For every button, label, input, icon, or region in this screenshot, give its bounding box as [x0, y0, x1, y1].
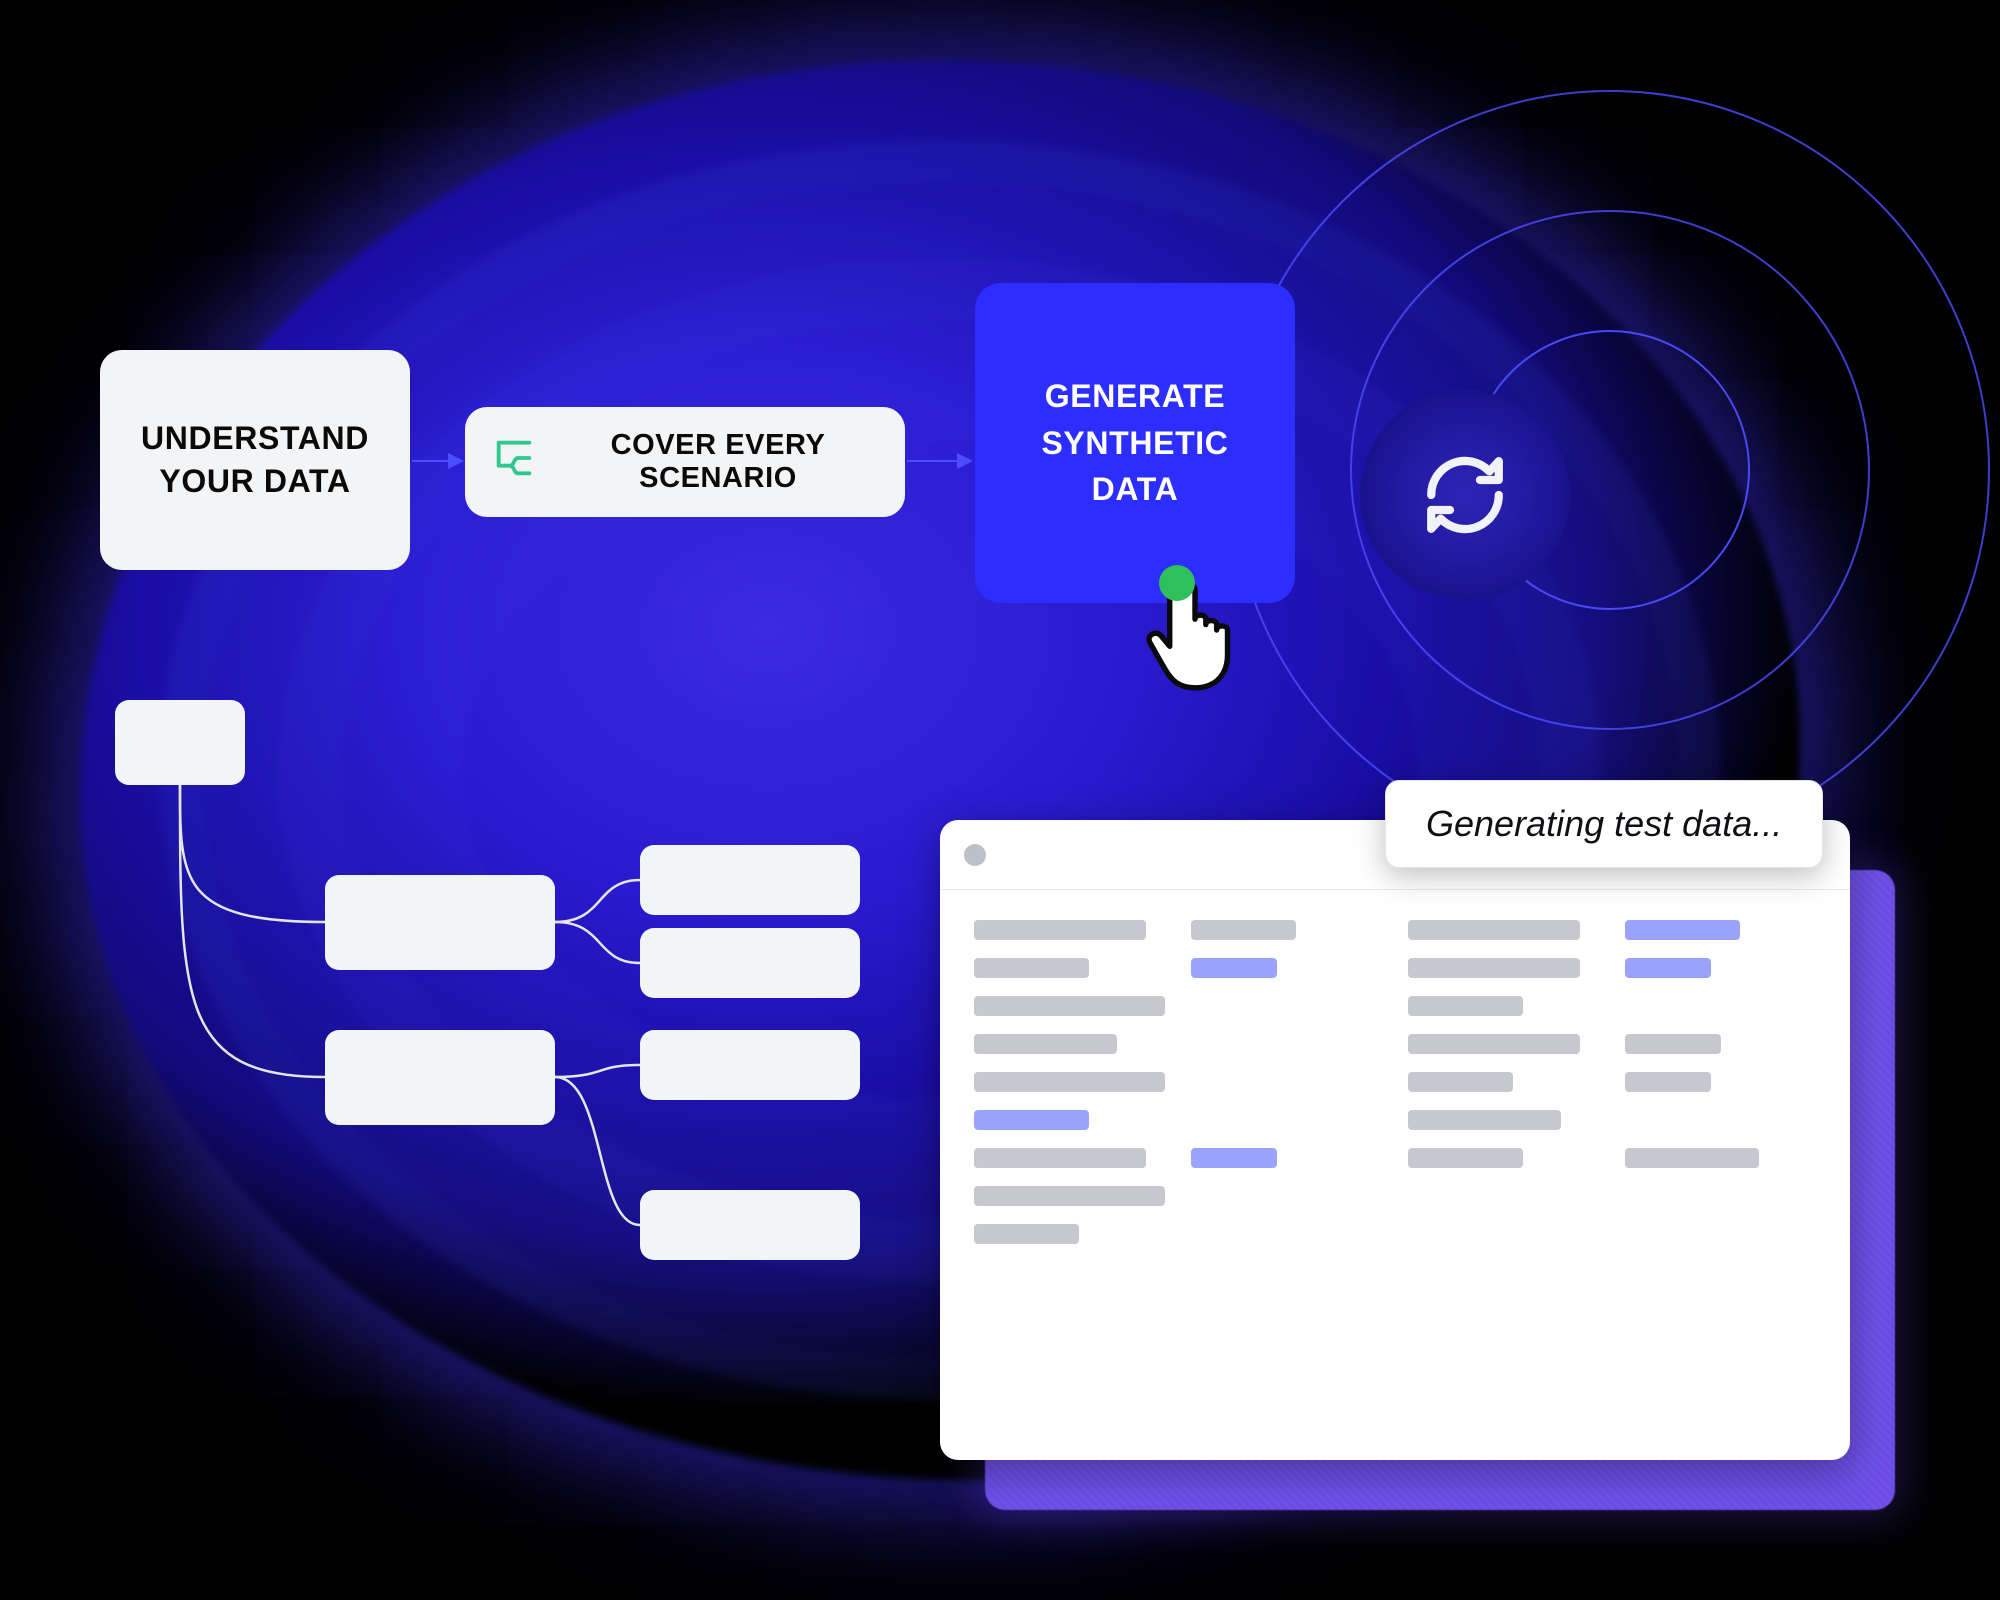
data-bar: [974, 996, 1165, 1016]
data-bar: [1408, 1110, 1561, 1130]
branch-icon: [491, 435, 537, 489]
arrow-icon: [412, 460, 462, 462]
sync-icon: [1360, 390, 1570, 600]
data-bar: [1408, 996, 1523, 1016]
step-generate-label: GENERATE SYNTHETIC DATA: [1017, 373, 1253, 512]
tree-node: [640, 1030, 860, 1100]
data-bar: [974, 1186, 1165, 1206]
data-bar: [1408, 920, 1580, 940]
tree-node: [640, 845, 860, 915]
tree-node: [640, 1190, 860, 1260]
tree-node: [325, 1030, 555, 1125]
arrow-icon: [907, 460, 971, 462]
data-bar: [974, 1224, 1079, 1244]
step-generate-card[interactable]: GENERATE SYNTHETIC DATA: [975, 283, 1295, 603]
data-bar: [1408, 1034, 1580, 1054]
step-understand-card: UNDERSTAND YOUR DATA: [100, 350, 410, 570]
hand-cursor-icon: [1135, 565, 1255, 695]
data-bar: [1625, 1072, 1711, 1092]
tree-node: [325, 875, 555, 970]
window-control-icon: [964, 844, 986, 866]
step-cover-label: COVER EVERY SCENARIO: [557, 429, 879, 495]
data-bar: [974, 1072, 1165, 1092]
tree-diagram: [115, 700, 935, 1320]
data-bar: [1408, 1072, 1513, 1092]
data-grid: [940, 890, 1850, 1274]
concentric-rings: [1230, 90, 1990, 850]
step-cover-card: COVER EVERY SCENARIO: [465, 407, 905, 517]
data-bar: [974, 1034, 1117, 1054]
data-window: [940, 820, 1850, 1460]
status-badge: Generating test data...: [1385, 780, 1823, 868]
data-bar: [1191, 920, 1296, 940]
data-bar: [974, 1148, 1146, 1168]
data-bar: [1625, 1148, 1759, 1168]
tree-node: [640, 928, 860, 998]
status-text: Generating test data...: [1426, 803, 1782, 844]
data-bar: [974, 958, 1089, 978]
data-bar: [1625, 920, 1740, 940]
step-understand-label: UNDERSTAND YOUR DATA: [130, 417, 380, 503]
data-bar: [1191, 958, 1277, 978]
data-bar: [1408, 958, 1580, 978]
data-bar: [1191, 1148, 1277, 1168]
data-bar: [974, 1110, 1089, 1130]
data-bar: [1408, 1148, 1523, 1168]
data-bar: [1625, 1034, 1721, 1054]
data-bar: [974, 920, 1146, 940]
data-bar: [1625, 958, 1711, 978]
